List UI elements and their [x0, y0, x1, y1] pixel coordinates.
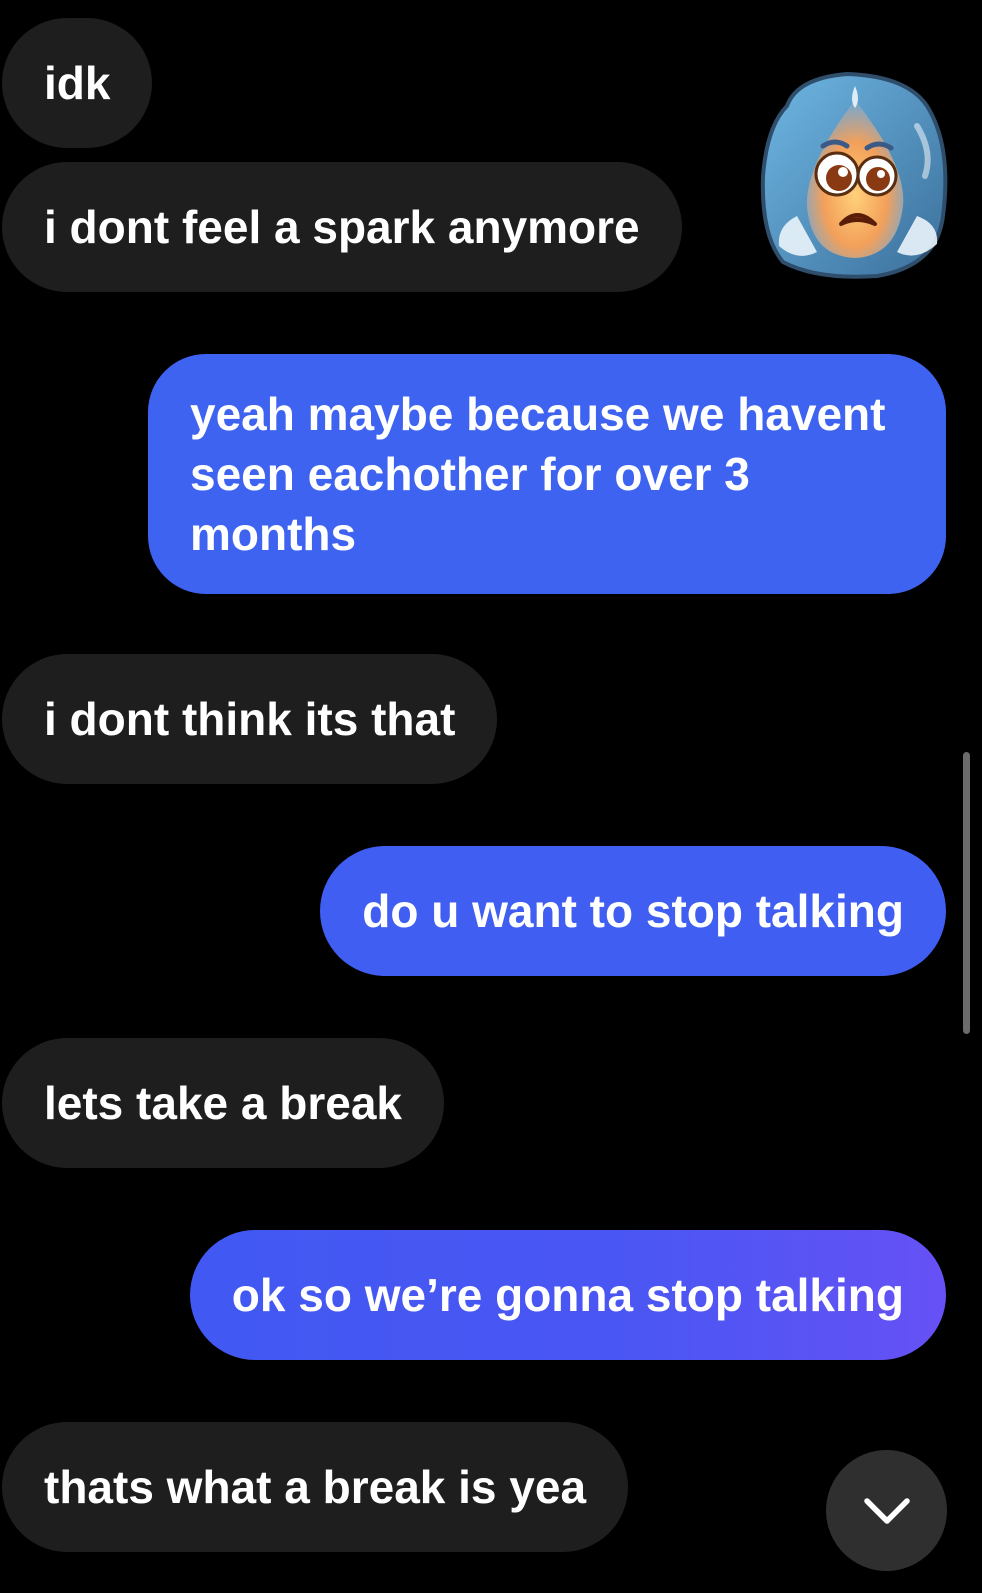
message-text: thats what a break is yea — [44, 1461, 587, 1513]
message-text: i dont think its that — [44, 693, 456, 745]
chevron-down-icon — [863, 1497, 910, 1524]
incoming-message[interactable]: thats what a break is yea — [2, 1422, 629, 1552]
outgoing-message[interactable]: yeah maybe because we havent seen eachot… — [148, 354, 946, 594]
scrollbar[interactable] — [963, 752, 970, 1034]
outgoing-message[interactable]: ok so we’re gonna stop talking — [189, 1230, 946, 1360]
incoming-message[interactable]: i dont think its that — [2, 654, 498, 784]
sad-water-drop-icon — [760, 71, 948, 279]
message-text: do u want to stop talking — [362, 885, 904, 937]
message-text: i dont feel a spark anymore — [44, 201, 640, 253]
reaction-sticker[interactable] — [757, 66, 953, 286]
incoming-message[interactable]: lets take a break — [2, 1038, 445, 1168]
incoming-message[interactable]: i dont feel a spark anymore — [2, 162, 682, 292]
outgoing-message[interactable]: do u want to stop talking — [320, 846, 946, 976]
message-text: lets take a break — [44, 1077, 403, 1129]
message-text: yeah maybe because we havent seen eachot… — [190, 388, 886, 560]
incoming-message[interactable]: idk — [2, 18, 153, 148]
scroll-to-bottom-button[interactable] — [826, 1450, 947, 1571]
message-text: idk — [44, 57, 111, 109]
message-text: ok so we’re gonna stop talking — [231, 1269, 904, 1321]
